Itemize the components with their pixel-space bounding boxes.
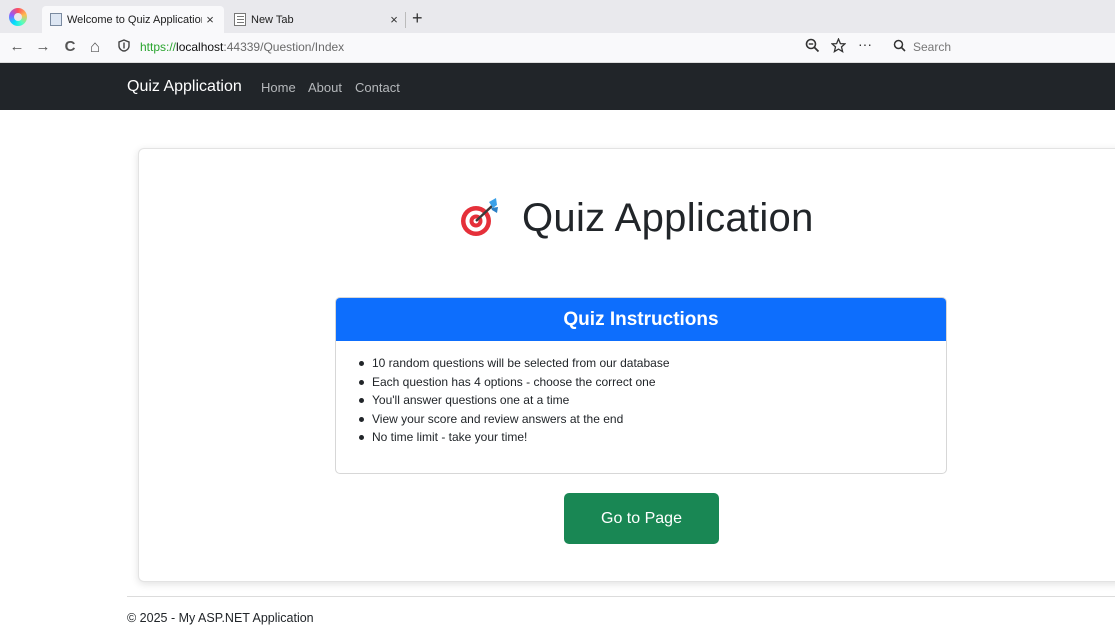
browser-toolbar: ← → C ⌂ https:// localhost :44339/Questi…	[0, 33, 1115, 63]
shield-icon[interactable]	[118, 39, 130, 55]
page-favicon-icon	[50, 13, 62, 26]
nav-about[interactable]: About	[308, 80, 342, 95]
list-item: Each question has 4 options - choose the…	[359, 373, 946, 392]
footer-copyright: © 2025 - My ASP.NET Application	[127, 611, 314, 625]
tab-title: Welcome to Quiz Application	[67, 13, 202, 26]
browser-tab-strip: Welcome to Quiz Application × New Tab × …	[0, 0, 1115, 33]
instructions-list: 10 random questions will be selected fro…	[336, 341, 946, 447]
list-item: You'll answer questions one at a time	[359, 391, 946, 410]
zoom-icon[interactable]	[805, 38, 820, 56]
list-item: No time limit - take your time!	[359, 428, 946, 447]
tab-new-tab[interactable]: New Tab ×	[228, 6, 408, 33]
nav-contact[interactable]: Contact	[355, 80, 400, 95]
search-placeholder: Search	[913, 40, 952, 54]
footer-divider	[127, 596, 1115, 597]
tab-title: New Tab	[251, 13, 294, 26]
instructions-card: Quiz Instructions 10 random questions wi…	[335, 297, 947, 474]
new-tab-button[interactable]: +	[412, 9, 423, 27]
search-icon	[893, 39, 906, 55]
tab-welcome[interactable]: Welcome to Quiz Application ×	[42, 6, 224, 33]
page-title: Quiz Application	[458, 193, 814, 243]
new-tab-favicon-icon	[234, 13, 246, 26]
close-tab-icon[interactable]: ×	[202, 12, 218, 27]
tab-separator	[405, 12, 406, 28]
bookmark-star-icon[interactable]	[830, 37, 847, 56]
site-navbar: Quiz Application Home About Contact	[0, 63, 1115, 110]
forward-icon[interactable]: →	[34, 38, 52, 56]
browser-logo-icon[interactable]	[9, 8, 27, 26]
back-icon[interactable]: ←	[8, 38, 26, 56]
more-icon[interactable]: ···	[858, 36, 872, 52]
address-bar[interactable]: https:// localhost :44339/Question/Index	[118, 36, 878, 58]
home-icon[interactable]: ⌂	[86, 38, 104, 56]
navbar-brand[interactable]: Quiz Application	[127, 78, 242, 96]
close-tab-icon[interactable]: ×	[386, 12, 402, 27]
url-scheme: https://	[140, 40, 177, 54]
page-title-text: Quiz Application	[522, 195, 814, 240]
browser-search-input[interactable]: Search	[893, 36, 1115, 58]
target-icon	[458, 196, 502, 240]
reload-icon[interactable]: C	[61, 38, 79, 56]
list-item: 10 random questions will be selected fro…	[359, 354, 946, 373]
list-item: View your score and review answers at th…	[359, 410, 946, 429]
url-path: :44339/Question/Index	[223, 40, 345, 54]
go-to-page-button[interactable]: Go to Page	[564, 493, 719, 544]
instructions-header: Quiz Instructions	[336, 298, 946, 341]
nav-home[interactable]: Home	[261, 80, 296, 95]
url-host: localhost	[176, 40, 224, 54]
